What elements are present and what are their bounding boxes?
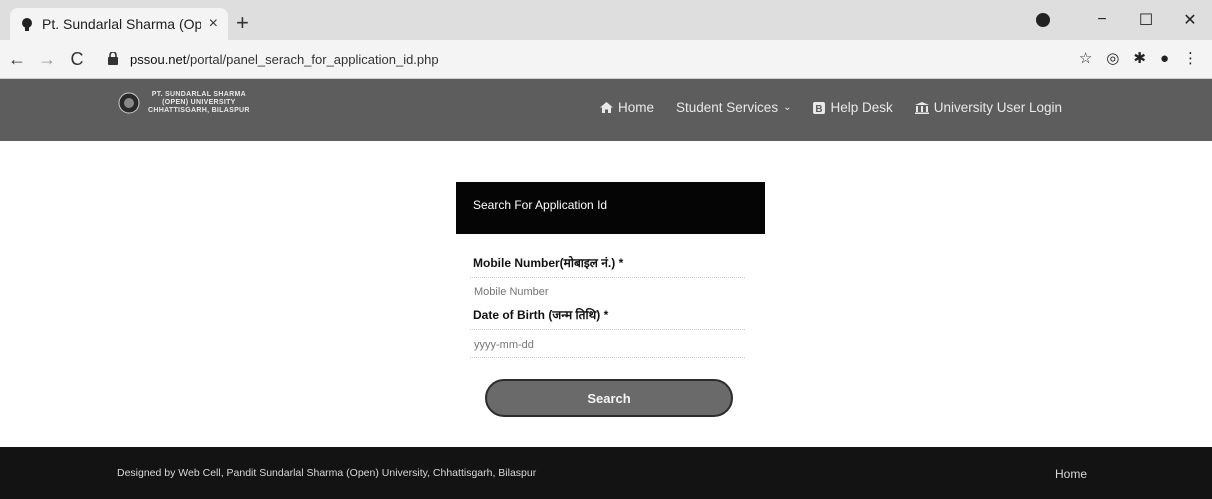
site-favicon-icon [20,17,34,31]
nav-university-login-label: University User Login [933,100,1063,115]
mobile-number-input[interactable] [472,281,746,303]
profile-icon[interactable] [1036,13,1050,27]
search-button[interactable]: Search [485,379,733,417]
close-window-button[interactable]: ✕ [1168,10,1212,30]
bookmark-star-icon[interactable]: ☆ [1079,49,1092,67]
svg-text:B: B [816,104,823,114]
nav-help-desk-label: Help Desk [830,100,893,115]
logo-line: (OPEN) UNIVERSITY [162,99,236,106]
browser-tab[interactable]: Pt. Sundarlal Sharma (Ope × [10,8,228,40]
back-arrow-icon[interactable]: ← [4,49,30,70]
reload-icon[interactable]: C [64,49,90,70]
nav-home-label: Home [618,100,655,115]
divider [470,357,745,358]
chevron-down-icon: ⌄ [783,102,792,113]
address-bar[interactable]: pssou.net/portal/panel_serach_for_applic… [108,46,1048,72]
site-footer: Designed by Web Cell, Pandit Sundarlal S… [0,447,1212,499]
menu-dots-icon[interactable]: ⋮ [1183,49,1198,67]
puzzle-extensions-icon[interactable]: ✱ [1133,49,1146,67]
form-heading: Search For Application Id [456,182,765,234]
nav-university-login[interactable]: University User Login [914,100,1063,115]
university-building-icon [914,101,929,114]
extension-icon[interactable]: ◎ [1106,49,1119,67]
new-tab-button[interactable]: + [236,12,249,34]
home-icon [600,102,613,113]
maximize-button[interactable]: ☐ [1124,10,1168,30]
tab-close-icon[interactable]: × [209,15,218,33]
footer-credit: Designed by Web Cell, Pandit Sundarlal S… [117,467,537,479]
lock-icon [108,52,120,66]
logo-line: PT. SUNDARLAL SHARMA [151,91,246,98]
mobile-label: Mobile Number(मोबाइल नं.) * [473,256,624,270]
divider [470,277,745,278]
account-icon[interactable]: ● [1160,50,1169,67]
help-desk-icon: B [813,101,826,114]
main-nav: Home Student Services ⌄ B Help Desk Univ… [600,100,1084,115]
dob-label: Date of Birth (जन्म तिथि) * [473,308,609,322]
logo-line: CHHATTISGARH, BILASPUR [148,107,250,114]
nav-student-services[interactable]: Student Services ⌄ [676,100,791,115]
url-domain: pssou.net [130,51,187,67]
url-path: /portal/panel_serach_for_application_id.… [186,51,439,67]
nav-home[interactable]: Home [600,100,654,115]
university-logo[interactable]: PT. SUNDARLAL SHARMA (OPEN) UNIVERSITY C… [118,91,250,115]
nav-help-desk[interactable]: B Help Desk [813,100,893,115]
logo-text: PT. SUNDARLAL SHARMA (OPEN) UNIVERSITY C… [148,91,250,115]
date-of-birth-input[interactable] [472,334,746,356]
university-emblem-icon [118,92,140,114]
browser-toolbar: ← → C pssou.net/portal/panel_serach_for_… [0,40,1212,79]
browser-tab-bar: Pt. Sundarlal Sharma (Ope × + − ☐ ✕ [0,0,1212,40]
extension-icons: ☆ ◎ ✱ ● ⋮ [1079,49,1198,68]
site-header: PT. SUNDARLAL SHARMA (OPEN) UNIVERSITY C… [0,79,1212,141]
nav-student-services-label: Student Services [676,100,779,115]
divider [470,329,745,330]
tab-title: Pt. Sundarlal Sharma (Ope [42,16,201,32]
forward-arrow-icon[interactable]: → [34,49,60,70]
window-controls: − ☐ ✕ [1036,0,1212,40]
footer-home-link[interactable]: Home [1055,467,1087,481]
minimize-button[interactable]: − [1080,11,1124,29]
